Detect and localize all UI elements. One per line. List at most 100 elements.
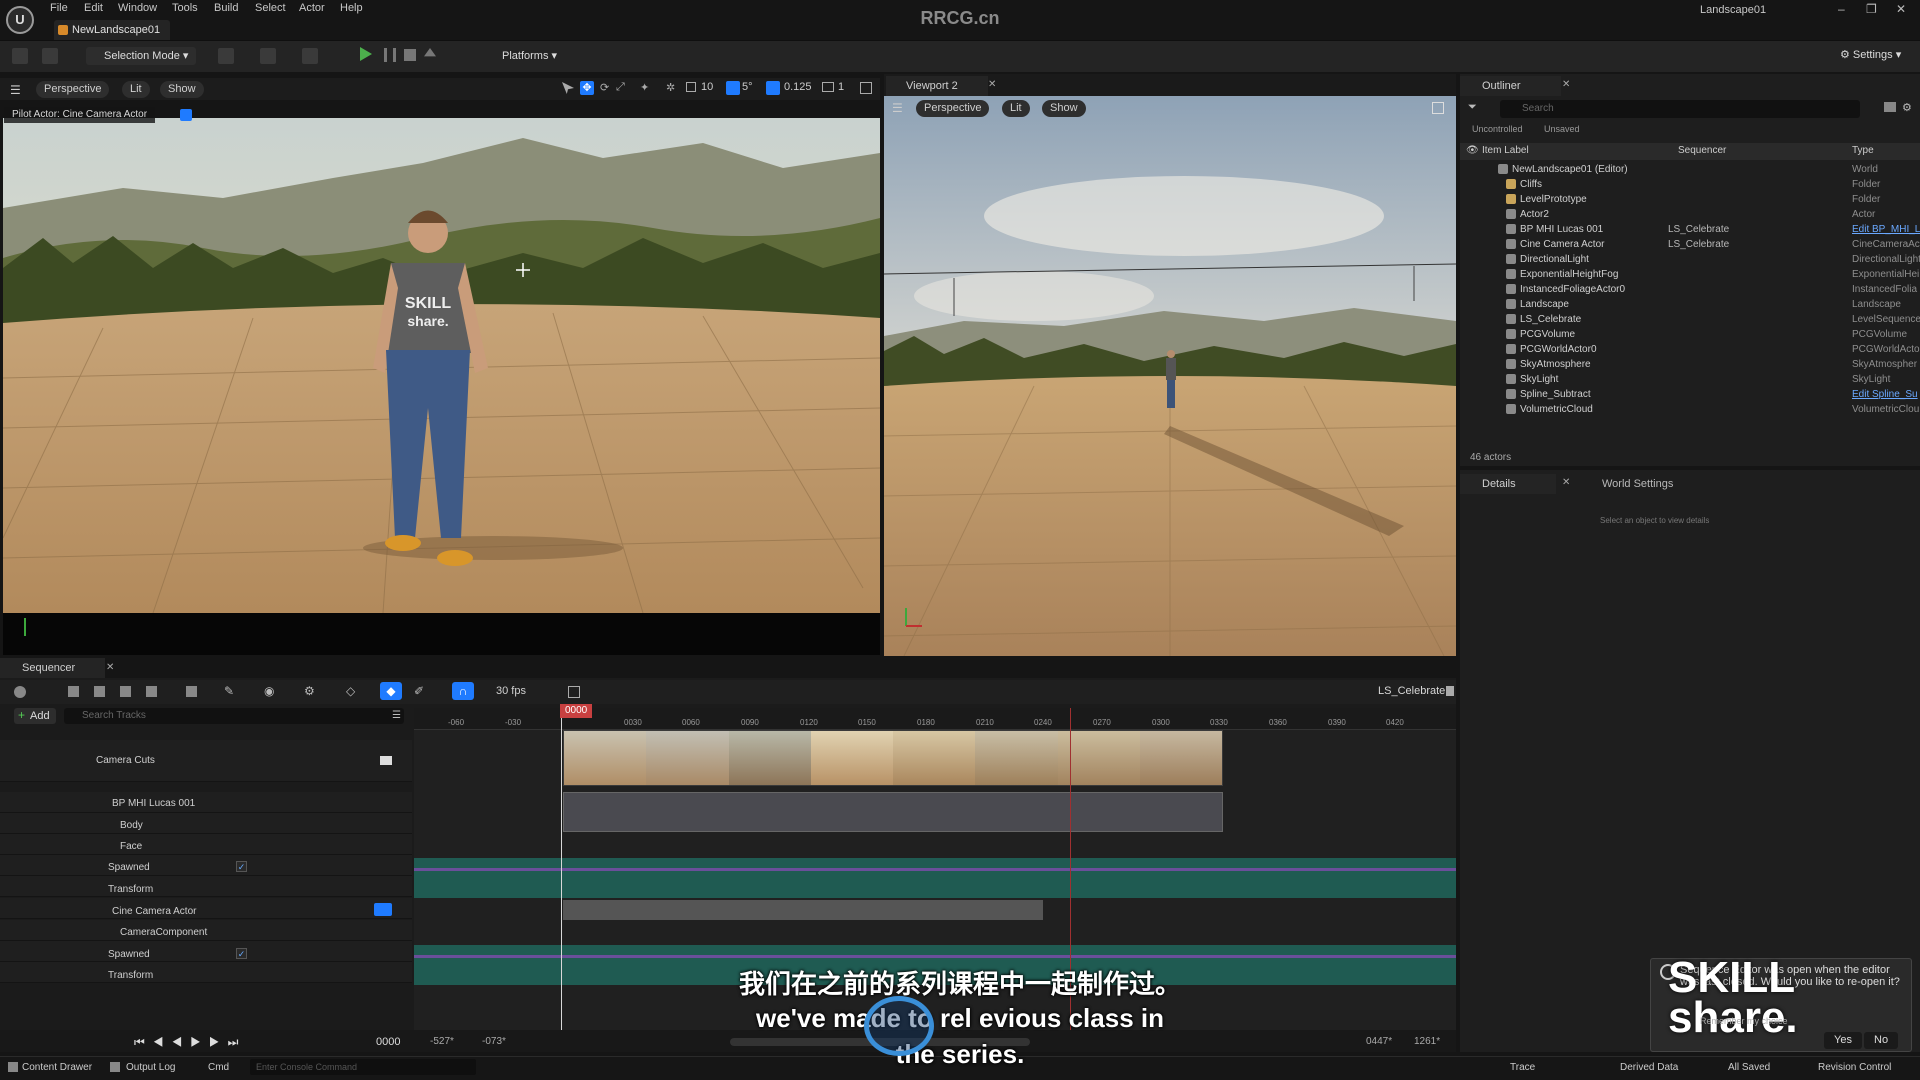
rotate-tool-icon[interactable]: ⟳ [600, 81, 609, 94]
outliner-row[interactable]: Spline_Subtract Edit Spline_Su [1460, 387, 1920, 402]
rotation-snap-icon[interactable] [726, 81, 740, 95]
selection-mode-dropdown[interactable]: Selection Mode ▾ [86, 47, 197, 65]
outliner-row[interactable]: Actor2 Actor [1460, 207, 1920, 222]
search-tracks-input[interactable]: Search Tracks [64, 708, 404, 724]
outliner-row[interactable]: SkyAtmosphere SkyAtmospher [1460, 357, 1920, 372]
save-sequence-icon[interactable] [68, 686, 79, 697]
close-details-icon[interactable]: ✕ [1562, 477, 1570, 488]
viewport2-tab[interactable]: Viewport 2 [886, 76, 988, 96]
track-camera-component[interactable]: CameraComponent [120, 927, 320, 938]
filter-unsaved[interactable]: Unsaved [1544, 124, 1580, 134]
camera-speed-value[interactable]: 1 [838, 81, 844, 93]
level-tab[interactable]: NewLandscape01 [54, 20, 171, 40]
filter-icon[interactable]: ⏷ [1468, 101, 1477, 114]
col-type[interactable]: Type [1852, 145, 1874, 156]
spawned-checkbox-2[interactable]: ✓ [236, 948, 247, 959]
viewport2-scene[interactable] [884, 96, 1456, 656]
col-item-label[interactable]: Item Label [1482, 145, 1529, 156]
camera-cuts-section[interactable] [563, 730, 1223, 786]
outliner-row[interactable]: NewLandscape01 (Editor) World [1460, 162, 1920, 177]
track-face[interactable]: Face [120, 841, 320, 852]
menu-help[interactable]: Help [340, 2, 363, 14]
menu-actor[interactable]: Actor [299, 2, 325, 14]
edit-tool-icon[interactable]: ✎ [224, 684, 234, 698]
filter-uncontrolled[interactable]: Uncontrolled [1472, 124, 1523, 134]
lock-icon[interactable] [1446, 686, 1454, 696]
outliner-row[interactable]: DirectionalLight DirectionalLight [1460, 252, 1920, 267]
viewport-layout-icon[interactable] [860, 82, 872, 94]
vp2-lit-button[interactable]: Lit [1002, 100, 1030, 117]
render-movie-icon[interactable] [120, 686, 131, 697]
track-body[interactable]: Body [120, 820, 320, 831]
outliner-row[interactable]: Landscape Landscape [1460, 297, 1920, 312]
scale-tool-icon[interactable]: ⤢ [616, 81, 625, 94]
close-viewport2-icon[interactable]: ✕ [988, 79, 996, 90]
scale-snap-icon[interactable] [766, 81, 780, 95]
outliner-row[interactable]: PCGVolume PCGVolume [1460, 327, 1920, 342]
viewport1-scene[interactable]: SKILL share. [3, 118, 880, 613]
keyframe-tools-icon[interactable] [186, 686, 197, 697]
maximize-icon[interactable]: ❐ [1866, 2, 1877, 16]
rotation-snap-value[interactable]: 5° [742, 81, 753, 93]
close-window-icon[interactable]: ✕ [1896, 2, 1906, 16]
outliner-row[interactable]: InstancedFoliageActor0 InstancedFolia [1460, 282, 1920, 297]
save-icon[interactable] [12, 48, 28, 64]
world-local-icon[interactable]: ✦ [640, 81, 649, 94]
unreal-logo-icon[interactable]: U [6, 6, 34, 34]
track-camera-cuts[interactable]: Camera Cuts [96, 755, 296, 766]
step-icon[interactable] [384, 48, 396, 62]
vp1-show-button[interactable]: Show [160, 81, 204, 98]
outliner-tab[interactable]: Outliner [1460, 76, 1561, 96]
row-type-link[interactable]: Edit BP_MHI_L [1852, 222, 1920, 237]
vp1-perspective-button[interactable]: Perspective [36, 81, 110, 98]
key-interp-icon[interactable]: ◇ [346, 684, 355, 698]
row-type-link[interactable]: Edit Spline_Su [1852, 387, 1920, 402]
menu-file[interactable]: File [50, 2, 68, 14]
track-transform[interactable]: Transform [108, 884, 308, 895]
close-outliner-icon[interactable]: ✕ [1562, 79, 1570, 90]
pilot-actor-label[interactable]: Pilot Actor: Cine Camera Actor [4, 107, 156, 123]
stop-icon[interactable] [404, 49, 416, 61]
col-sequencer[interactable]: Sequencer [1678, 145, 1726, 156]
grid-snap-value[interactable]: 10 [701, 81, 713, 93]
find-asset-icon[interactable] [94, 686, 105, 697]
playback-options-icon[interactable]: ⚙ [304, 684, 315, 698]
platforms-dropdown[interactable]: Platforms ▾ [484, 47, 565, 65]
track-bp-mhi-lucas[interactable]: BP MHI Lucas 001 [112, 798, 312, 809]
play-icon[interactable] [360, 47, 372, 61]
auto-key-icon[interactable]: ◆ [380, 682, 402, 700]
viewport-menu-icon[interactable]: ☰ [10, 83, 21, 97]
sequencer-tab[interactable]: Sequencer [0, 658, 106, 678]
bp-lucas-section[interactable] [563, 792, 1223, 832]
grid-snap-icon[interactable] [686, 82, 696, 92]
blueprint-icon[interactable] [260, 48, 276, 64]
scale-snap-value[interactable]: 0.125 [784, 81, 812, 93]
eject-pilot-icon[interactable] [180, 109, 192, 121]
outliner-settings-icon[interactable]: ⚙ [1902, 101, 1912, 114]
menu-tools[interactable]: Tools [172, 2, 198, 14]
surface-snap-icon[interactable]: ✲ [666, 81, 675, 94]
vp2-layout-icon[interactable] [1432, 102, 1444, 114]
content-browser-icon[interactable] [42, 48, 58, 64]
menu-select[interactable]: Select [255, 2, 286, 14]
camera-lock-icon[interactable] [380, 756, 392, 765]
add-actor-icon[interactable] [218, 48, 234, 64]
snap-icon[interactable]: ∩ [452, 682, 474, 700]
camera-cut-icon[interactable] [374, 903, 392, 916]
vp2-show-button[interactable]: Show [1042, 100, 1086, 117]
vp2-perspective-button[interactable]: Perspective [916, 100, 990, 117]
spawned-checkbox[interactable]: ✓ [236, 861, 247, 872]
menu-build[interactable]: Build [214, 2, 238, 14]
cinematics-icon[interactable] [302, 48, 318, 64]
outliner-search-input[interactable]: Search [1500, 100, 1860, 118]
menu-edit[interactable]: Edit [84, 2, 103, 14]
outliner-row[interactable]: Cine Camera Actor LS_Celebrate CineCameraA… [1460, 237, 1920, 252]
add-folder-icon[interactable] [1884, 102, 1896, 112]
menu-window[interactable]: Window [118, 2, 157, 14]
world-settings-tab[interactable]: World Settings [1584, 474, 1679, 494]
outliner-row[interactable]: ExponentialHeightFog ExponentialHei [1460, 267, 1920, 282]
vp1-lit-button[interactable]: Lit [122, 81, 150, 98]
outliner-row[interactable]: LS_Celebrate LevelSequence [1460, 312, 1920, 327]
actor-to-sequencer-icon[interactable] [146, 686, 157, 697]
track-spawned[interactable]: Spawned [108, 862, 308, 873]
